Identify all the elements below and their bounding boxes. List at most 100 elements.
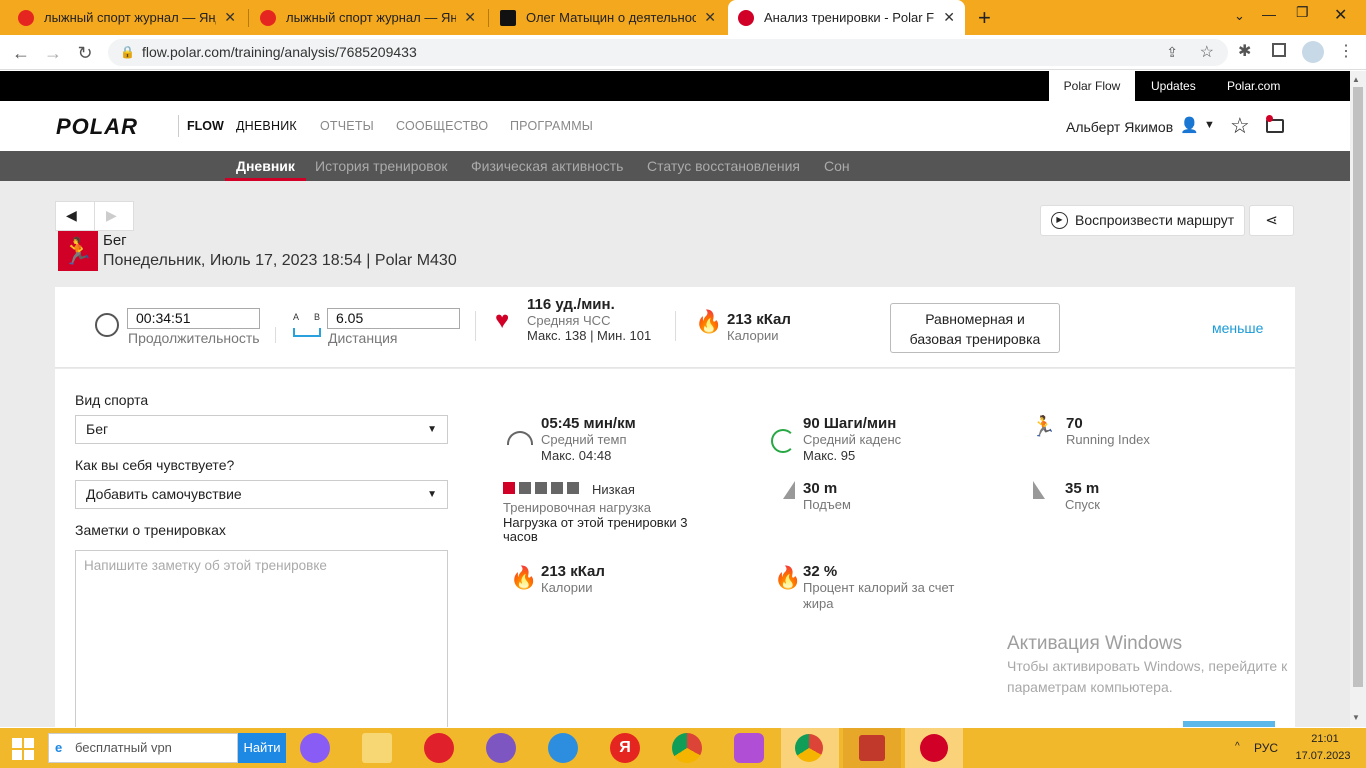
alice-icon[interactable] bbox=[300, 733, 330, 763]
sidepanel-icon[interactable] bbox=[1272, 43, 1286, 57]
sport-select-value: Бег bbox=[86, 421, 109, 437]
load-label: Тренировочная нагрузка bbox=[503, 500, 652, 515]
app-gem-icon[interactable] bbox=[734, 733, 764, 763]
notes-placeholder: Напишите заметку об этой тренировке bbox=[84, 558, 327, 573]
close-icon[interactable]: ✕ bbox=[224, 9, 236, 26]
viber-icon[interactable] bbox=[486, 733, 516, 763]
new-tab-button[interactable]: + bbox=[978, 5, 991, 31]
yandex-browser-icon[interactable]: Я bbox=[610, 733, 640, 763]
opera-icon[interactable] bbox=[424, 733, 454, 763]
close-window-button[interactable]: ✕ bbox=[1334, 5, 1347, 25]
maximize-button[interactable]: ❐ bbox=[1296, 4, 1309, 21]
document-app-icon bbox=[859, 735, 885, 761]
globe-icon[interactable] bbox=[548, 733, 578, 763]
url-bar[interactable]: 🔒 flow.polar.com/training/analysis/76852… bbox=[108, 39, 1228, 66]
toplink-polar-flow[interactable]: Polar Flow bbox=[1049, 71, 1135, 101]
training-benefit-button[interactable]: Равномерная и базовая тренировка bbox=[890, 303, 1060, 353]
nav-community[interactable]: СООБЩЕСТВО bbox=[396, 119, 488, 133]
toplink-updates[interactable]: Updates bbox=[1137, 71, 1210, 101]
less-link[interactable]: меньше bbox=[1212, 320, 1263, 336]
menu-icon[interactable]: ⋮ bbox=[1338, 41, 1354, 61]
stopwatch-icon bbox=[95, 313, 119, 337]
search-button[interactable]: Найти bbox=[238, 733, 286, 763]
subnav-recovery[interactable]: Статус восстановления bbox=[647, 151, 800, 181]
cadence-value: 90 Шаги/мин bbox=[803, 415, 897, 432]
language-indicator[interactable]: РУС bbox=[1254, 741, 1278, 755]
back-button[interactable]: ← bbox=[8, 40, 34, 66]
running-sport-icon: 🏃 bbox=[58, 231, 98, 271]
load-level: Низкая bbox=[592, 482, 635, 497]
stats-calories-value: 213 кКал bbox=[541, 563, 605, 580]
search-placeholder: бесплатный vpn bbox=[75, 740, 172, 755]
save-button[interactable] bbox=[1183, 721, 1275, 727]
running-index-value: 70 bbox=[1066, 415, 1083, 432]
share-icon[interactable]: ⇪ bbox=[1166, 39, 1178, 66]
close-icon[interactable]: ✕ bbox=[704, 9, 716, 26]
share-button[interactable]: ⋖ bbox=[1249, 205, 1294, 236]
activation-watermark-title: Активация Windows bbox=[1007, 633, 1183, 654]
toplink-polar-com[interactable]: Polar.com bbox=[1213, 71, 1294, 101]
extensions-icon[interactable]: ✱ bbox=[1238, 41, 1251, 61]
profile-avatar[interactable] bbox=[1302, 41, 1324, 63]
feel-select[interactable]: Добавить самочувствие ▼ bbox=[75, 480, 448, 509]
yandex-icon bbox=[260, 9, 276, 26]
taskbar-chrome-active[interactable] bbox=[781, 728, 839, 768]
file-explorer-icon[interactable] bbox=[362, 733, 392, 763]
chrome-icon[interactable] bbox=[672, 733, 702, 763]
bookmark-star-icon[interactable]: ☆ bbox=[1200, 39, 1214, 66]
scrollbar-thumb[interactable] bbox=[1353, 87, 1363, 687]
play-route-button[interactable]: ▶ Воспроизвести маршрут bbox=[1040, 205, 1245, 236]
cadence-icon bbox=[771, 429, 795, 453]
calories-label: Калории bbox=[727, 328, 779, 343]
flow-label: FLOW bbox=[187, 119, 224, 133]
prev-arrow-icon[interactable]: ◀ bbox=[66, 207, 77, 224]
start-button[interactable] bbox=[12, 738, 34, 760]
taskbar-search-input[interactable]: e бесплатный vpn bbox=[48, 733, 238, 763]
calories-value: 213 кКал bbox=[727, 311, 791, 328]
clock-date[interactable]: 17.07.2023 bbox=[1288, 750, 1358, 762]
subnav-sleep[interactable]: Сон bbox=[824, 151, 850, 181]
page-scrollbar[interactable]: ▲ ▼ bbox=[1350, 71, 1366, 727]
subnav-activity[interactable]: Физическая активность bbox=[471, 151, 623, 181]
duration-field[interactable]: 00:34:51 bbox=[127, 308, 260, 329]
descent-label: Спуск bbox=[1065, 497, 1100, 512]
distance-ruler-icon bbox=[293, 328, 321, 337]
notification-dot bbox=[1266, 115, 1273, 122]
close-icon[interactable]: ✕ bbox=[943, 9, 955, 26]
caret-down-icon[interactable]: ▼ bbox=[1204, 119, 1215, 131]
browser-tab[interactable]: лыжный спорт журнал — Яндекс ✕ bbox=[8, 0, 246, 35]
activation-watermark-line1: Чтобы активировать Windows, перейдите к bbox=[1007, 658, 1288, 674]
user-name[interactable]: Альберт Якимов bbox=[1066, 119, 1173, 135]
next-arrow-icon[interactable]: ▶ bbox=[106, 207, 117, 224]
address-toolbar: ← → ↻ 🔒 flow.polar.com/training/analysis… bbox=[0, 35, 1366, 70]
sport-select[interactable]: Бег ▼ bbox=[75, 415, 448, 444]
taskbar-polar-app[interactable] bbox=[905, 728, 963, 768]
fat-flame-icon: 🔥 bbox=[774, 565, 802, 590]
nav-reports[interactable]: ОТЧЕТЫ bbox=[320, 119, 374, 133]
browser-tab[interactable]: лыжный спорт журнал — Яндекс ✕ bbox=[250, 0, 486, 35]
subnav-history[interactable]: История тренировок bbox=[315, 151, 447, 181]
minimize-button[interactable]: — bbox=[1262, 6, 1276, 22]
distance-field[interactable]: 6.05 bbox=[327, 308, 460, 329]
user-icon[interactable]: 👤 bbox=[1180, 116, 1199, 134]
ie-icon: e bbox=[55, 740, 63, 755]
close-icon[interactable]: ✕ bbox=[464, 9, 476, 26]
browser-tab[interactable]: Олег Матыцин о деятельности ✕ bbox=[490, 0, 726, 35]
taskbar-app[interactable] bbox=[843, 728, 901, 768]
tray-chevron-icon[interactable]: ^ bbox=[1235, 741, 1240, 752]
summary-card: 00:34:51 Продолжительность A B 6.05 Дист… bbox=[55, 287, 1295, 368]
tab-title: лыжный спорт журнал — Яндекс bbox=[286, 10, 457, 25]
nav-diary[interactable]: ДНЕВНИК bbox=[236, 119, 297, 133]
forward-button[interactable]: → bbox=[40, 40, 66, 66]
running-index-icon: 🏃 bbox=[1031, 416, 1056, 438]
reload-button[interactable]: ↻ bbox=[72, 40, 98, 66]
browser-tab-active[interactable]: Анализ тренировки - Polar Flow ✕ bbox=[728, 0, 965, 35]
nav-programs[interactable]: ПРОГРАММЫ bbox=[510, 119, 593, 133]
star-icon[interactable]: ☆ bbox=[1230, 113, 1250, 139]
clock-time[interactable]: 21:01 bbox=[1300, 733, 1350, 745]
polar-logo[interactable]: POLAR bbox=[56, 114, 138, 140]
tab-search-icon[interactable]: ⌄ bbox=[1234, 8, 1245, 24]
load-desc: Нагрузка от этой тренировки 3 часов bbox=[503, 515, 688, 544]
subnav-diary[interactable]: Дневник bbox=[225, 151, 306, 181]
notes-textarea[interactable]: Напишите заметку об этой тренировке bbox=[75, 550, 448, 727]
